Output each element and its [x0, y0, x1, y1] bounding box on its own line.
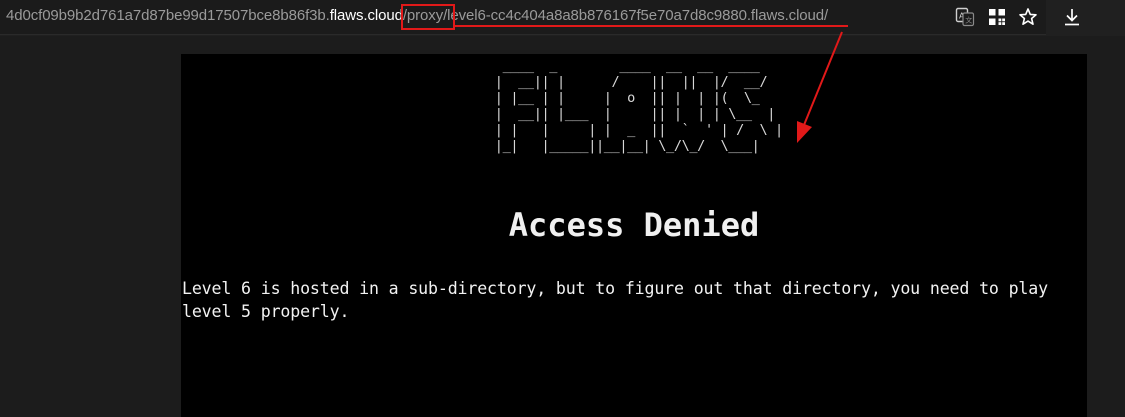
download-icon[interactable]	[1061, 6, 1083, 28]
flaws-logo: ____ _ ____ __ __ ____ | __|| | / || || …	[494, 58, 783, 154]
page-title: Access Denied	[508, 206, 760, 244]
url-underline-annotation	[453, 25, 848, 27]
proxy-highlight-box	[401, 4, 455, 30]
apps-icon[interactable]	[986, 6, 1008, 28]
page-viewport: ____ _ ____ __ __ ____ | __|| | / || || …	[0, 36, 1125, 417]
url-domain: flaws.cloud	[329, 7, 403, 24]
translate-icon[interactable]: A 文	[954, 6, 976, 28]
star-icon[interactable]	[1017, 6, 1039, 28]
browser-toolbar: 4d0cf09b9b2d761a7d87be99d17507bce8b86f3b…	[0, 0, 1125, 36]
address-bar[interactable]: 4d0cf09b9b2d761a7d87be99d17507bce8b86f3b…	[0, 0, 1046, 35]
url-subdomain: 4d0cf09b9b2d761a7d87be99d17507bce8b86f3b…	[6, 7, 330, 24]
svg-text:文: 文	[965, 16, 972, 25]
page-body: ____ _ ____ __ __ ____ | __|| | / || || …	[181, 54, 1087, 417]
access-denied-message: Level 6 is hosted in a sub-directory, bu…	[182, 279, 1048, 321]
url-path-rest: level6-cc4c404a8a8b876167f5e70a7d8c9880.…	[447, 7, 829, 24]
